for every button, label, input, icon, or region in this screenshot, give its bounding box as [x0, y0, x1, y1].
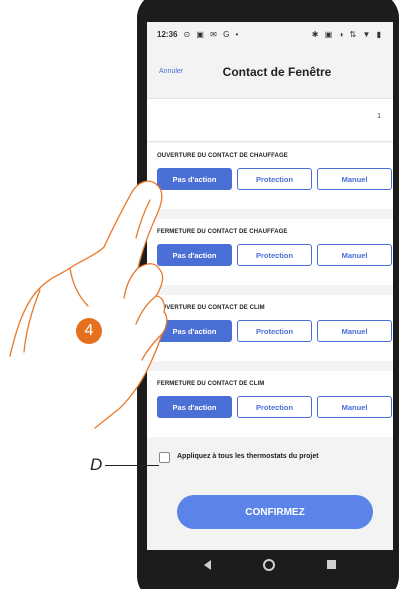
option-protection-button[interactable]: Protection [237, 320, 312, 342]
recent-apps-icon[interactable] [327, 560, 336, 569]
option-group: Pas d'action Protection Manuel [157, 396, 392, 418]
apply-all-checkbox[interactable] [159, 452, 170, 463]
option-group: Pas d'action Protection Manuel [157, 320, 392, 342]
option-protection-button[interactable]: Protection [237, 244, 312, 266]
option-protection-button[interactable]: Protection [237, 396, 312, 418]
section-label: FERMETURE DU CONTACT DE CLIM [157, 381, 265, 387]
section-label: OUVERTURE DU CONTACT DE CLIM [157, 305, 265, 311]
apply-all-row: Appliquez à tous les thermostats du proj… [147, 440, 393, 478]
confirm-button[interactable]: CONFIRMEZ [177, 495, 373, 529]
app-screen: 12:36 ⊙ ▣ ✉ G • ✱ ▣ ◑ ⇅ ▼ ▮ Annuler Cont… [147, 22, 393, 550]
option-no-action-button[interactable]: Pas d'action [157, 396, 232, 418]
page-indicator-bar: 1 [147, 98, 393, 142]
option-no-action-button[interactable]: Pas d'action [157, 320, 232, 342]
option-protection-button[interactable]: Protection [237, 168, 312, 190]
page-number: 1 [377, 113, 381, 120]
section-label: OUVERTURE DU CONTACT DE CHAUFFAGE [157, 153, 288, 159]
apply-all-label[interactable]: Appliquez à tous les thermostats du proj… [177, 453, 319, 460]
callout-line [105, 465, 159, 466]
back-icon[interactable] [204, 560, 211, 570]
option-no-action-button[interactable]: Pas d'action [157, 168, 232, 190]
notification-icons: ⊙ ▣ ✉ G • [183, 29, 241, 39]
option-no-action-button[interactable]: Pas d'action [157, 244, 232, 266]
app-header: Annuler Contact de Fenêtre [147, 50, 393, 94]
status-bar: 12:36 ⊙ ▣ ✉ G • ✱ ▣ ◑ ⇅ ▼ ▮ [147, 22, 393, 46]
option-manual-button[interactable]: Manuel [317, 320, 392, 342]
step-marker: 4 [76, 318, 102, 344]
section-label: FERMETURE DU CONTACT DE CHAUFFAGE [157, 229, 288, 235]
section-cooling-opening: OUVERTURE DU CONTACT DE CLIM Pas d'actio… [147, 295, 393, 361]
option-group: Pas d'action Protection Manuel [157, 244, 392, 266]
status-time: 12:36 [157, 29, 178, 39]
option-group: Pas d'action Protection Manuel [157, 168, 392, 190]
system-status-icons: ✱ ▣ ◑ ⇅ ▼ ▮ [311, 29, 383, 39]
option-manual-button[interactable]: Manuel [317, 168, 392, 190]
callout-label: D [90, 455, 103, 474]
home-icon[interactable] [263, 559, 275, 571]
android-nav-bar [147, 550, 393, 582]
page-title: Contact de Fenêtre [222, 65, 332, 79]
section-cooling-closing: FERMETURE DU CONTACT DE CLIM Pas d'actio… [147, 371, 393, 437]
section-heating-opening: OUVERTURE DU CONTACT DE CHAUFFAGE Pas d'… [147, 143, 393, 209]
section-heating-closing: FERMETURE DU CONTACT DE CHAUFFAGE Pas d'… [147, 219, 393, 285]
screenshot-stage: 12:36 ⊙ ▣ ✉ G • ✱ ▣ ◑ ⇅ ▼ ▮ Annuler Cont… [0, 0, 405, 589]
option-manual-button[interactable]: Manuel [317, 396, 392, 418]
option-manual-button[interactable]: Manuel [317, 244, 392, 266]
